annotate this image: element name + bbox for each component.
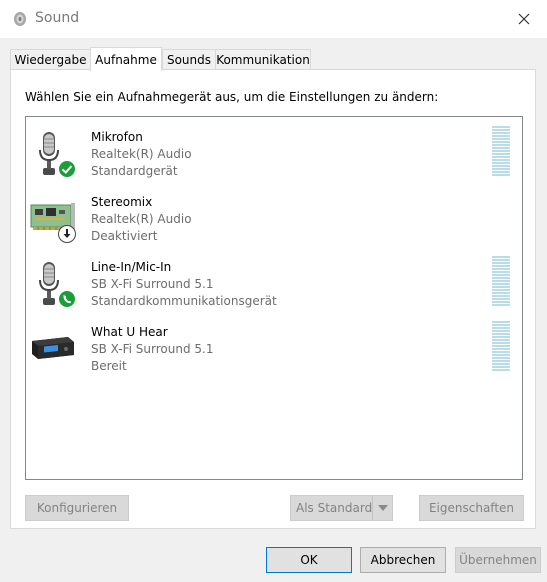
tab-sounds[interactable]: Sounds	[162, 49, 216, 69]
tab-kommunikation[interactable]: Kommunikation	[215, 49, 311, 69]
level-meter	[492, 256, 510, 306]
device-driver: Realtek(R) Audio	[91, 147, 192, 161]
disabled-badge-icon	[58, 225, 76, 243]
button-label: Übernehmen	[459, 553, 537, 567]
set-default-button[interactable]: Als Standard	[290, 495, 393, 521]
button-label: Abbrechen	[370, 553, 436, 567]
tab-label: Wiedergabe	[14, 52, 87, 67]
apply-button[interactable]: Übernehmen	[455, 547, 541, 573]
window-title: Sound	[35, 10, 80, 26]
list-item[interactable]: Line-In/Mic-In SB X-Fi Surround 5.1 Stan…	[26, 250, 522, 310]
device-status: Bereit	[91, 359, 127, 373]
configure-button[interactable]: Konfigurieren	[25, 495, 129, 521]
device-status: Standardgerät	[91, 164, 178, 178]
tab-aufnahme[interactable]: Aufnahme	[90, 47, 162, 71]
instruction-text: Wählen Sie ein Aufnahmegerät aus, um die…	[25, 90, 439, 104]
close-button[interactable]	[501, 0, 547, 38]
title-bar: Sound	[0, 0, 547, 38]
device-name: What U Hear	[91, 325, 168, 339]
device-list[interactable]: Mikrofon Realtek(R) Audio Standardgerät	[25, 116, 523, 480]
list-item[interactable]: Stereomix Realtek(R) Audio Deaktiviert	[26, 185, 522, 245]
list-item[interactable]: What U Hear SB X-Fi Surround 5.1 Bereit	[26, 315, 522, 375]
phone-badge-icon	[58, 290, 76, 308]
button-label: OK	[300, 553, 318, 567]
device-status: Deaktiviert	[91, 229, 158, 243]
check-badge-icon	[58, 160, 76, 178]
device-name: Mikrofon	[91, 130, 143, 144]
device-driver: SB X-Fi Surround 5.1	[91, 277, 214, 291]
speaker-icon	[12, 11, 28, 27]
button-label: Als Standard	[296, 501, 373, 515]
close-icon	[518, 13, 530, 25]
device-driver: SB X-Fi Surround 5.1	[91, 342, 214, 356]
button-label: Konfigurieren	[36, 501, 118, 515]
tab-label: Sounds	[166, 52, 212, 67]
tab-label: Kommunikation	[216, 52, 310, 67]
properties-button[interactable]: Eigenschaften	[419, 495, 524, 521]
tab-wiedergabe[interactable]: Wiedergabe	[10, 49, 91, 69]
device-status: Standardkommunikationsgerät	[91, 294, 277, 308]
cancel-button[interactable]: Abbrechen	[360, 547, 446, 573]
ok-button[interactable]: OK	[266, 547, 352, 573]
audio-device-icon	[30, 325, 80, 375]
button-label: Eigenschaften	[428, 501, 515, 515]
recording-panel: Wählen Sie ein Aufnahmegerät aus, um die…	[10, 69, 536, 529]
device-name: Line-In/Mic-In	[91, 260, 172, 274]
list-item[interactable]: Mikrofon Realtek(R) Audio Standardgerät	[26, 120, 522, 180]
device-driver: Realtek(R) Audio	[91, 212, 192, 226]
tab-label: Aufnahme	[95, 52, 157, 67]
level-meter	[492, 126, 510, 176]
chevron-down-icon[interactable]	[372, 496, 392, 520]
device-name: Stereomix	[91, 195, 153, 209]
level-meter	[492, 321, 510, 371]
